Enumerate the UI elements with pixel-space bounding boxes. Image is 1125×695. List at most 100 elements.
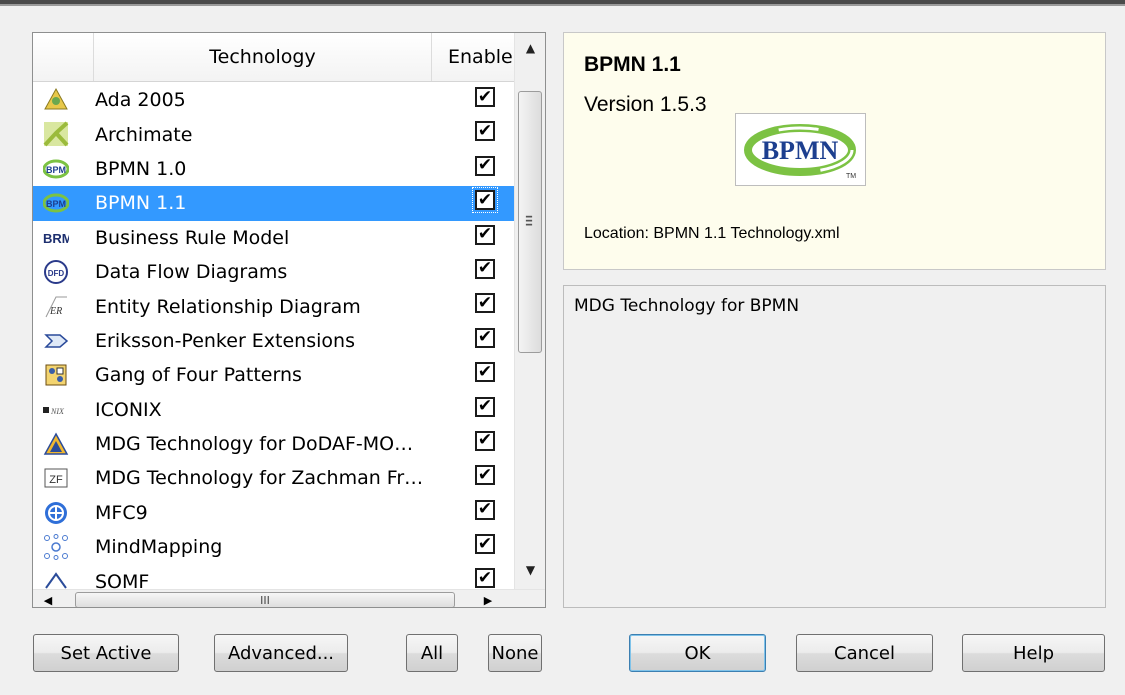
- list-row[interactable]: ER Entity Relationship Diagram ✔: [33, 289, 514, 323]
- enabled-checkbox[interactable]: ✔: [475, 87, 495, 107]
- list-rows: Ada 2005 ✔ Archimate ✔ BPM BPMN 1.0 ✔ BPM BPMN 1…: [33, 83, 514, 591]
- list-row-label: Eriksson-Penker Extensions: [95, 329, 355, 352]
- bpmn-logo-tm: TM: [846, 173, 856, 180]
- list-row[interactable]: BPM BPMN 1.1 ✔: [33, 186, 514, 221]
- enabled-checkbox[interactable]: ✔: [475, 430, 495, 451]
- list-row-label: Gang of Four Patterns: [95, 364, 302, 387]
- vertical-scrollbar[interactable]: ▲ ━ ━ ━ ▼: [514, 33, 545, 589]
- technology-info-panel: BPMN 1.1 Version 1.5.3 BPMN TM Location:…: [563, 32, 1106, 270]
- bpmn-logo-text: BPMN: [762, 136, 839, 165]
- gof-icon: [43, 362, 69, 388]
- horizontal-scrollbar[interactable]: ◀ III ▶: [33, 589, 545, 607]
- scroll-right-arrow-icon[interactable]: ▶: [473, 590, 503, 607]
- list-row[interactable]: NIX ICONIX ✔: [33, 393, 514, 427]
- enabled-checkbox[interactable]: ✔: [475, 293, 495, 314]
- list-row[interactable]: MFC9 ✔: [33, 496, 514, 530]
- list-row-label: Ada 2005: [95, 89, 186, 112]
- vertical-scroll-thumb[interactable]: ━ ━ ━: [518, 91, 542, 353]
- list-row[interactable]: BPM BPMN 1.0 ✔: [33, 152, 514, 186]
- scroll-up-arrow-icon[interactable]: ▲: [515, 33, 545, 63]
- enabled-checkbox[interactable]: ✔: [475, 258, 495, 279]
- enabled-checkbox[interactable]: ✔: [475, 121, 495, 142]
- list-row-label: Business Rule Model: [95, 226, 290, 249]
- bpmn-logo-icon: BPMN TM: [735, 113, 866, 186]
- list-row[interactable]: Ada 2005 ✔: [33, 83, 514, 117]
- ada-icon: [43, 87, 69, 113]
- list-row[interactable]: SOMF ✔: [33, 564, 514, 591]
- arrow-icon: [43, 328, 69, 354]
- list-row-label: BPMN 1.0: [95, 157, 187, 180]
- list-row[interactable]: Eriksson-Penker Extensions ✔: [33, 324, 514, 358]
- technology-description: MDG Technology for BPMN: [574, 296, 800, 316]
- technology-version: Version 1.5.3: [584, 93, 707, 116]
- list-row-label: Entity Relationship Diagram: [95, 295, 361, 318]
- technology-list[interactable]: Technology Enable Ada 2005 ✔ Archimate ✔ BPM…: [32, 32, 546, 608]
- advanced-button[interactable]: Advanced...: [214, 634, 348, 672]
- svg-text:BPM: BPM: [46, 165, 66, 175]
- svg-text:BPM: BPM: [46, 199, 66, 209]
- list-row-label: BPMN 1.1: [95, 192, 187, 215]
- list-row[interactable]: MDG Technology for DoDAF-MO… ✔: [33, 427, 514, 461]
- list-header: Technology Enable: [33, 33, 514, 82]
- archimate-icon: [43, 121, 69, 147]
- horizontal-scroll-grip: III: [260, 593, 270, 607]
- svg-text:BRM: BRM: [43, 231, 69, 246]
- technology-location: Location: BPMN 1.1 Technology.xml: [584, 225, 840, 242]
- list-row-label: MindMapping: [95, 536, 223, 559]
- list-row-label: Archimate: [95, 123, 193, 146]
- select-none-button[interactable]: None: [488, 634, 542, 672]
- window-top-border-shadow: [0, 4, 1125, 6]
- list-row-label: SOMF: [95, 570, 150, 591]
- set-active-button[interactable]: Set Active: [33, 634, 179, 672]
- list-row-label: MDG Technology for Zachman Fr…: [95, 467, 424, 490]
- ok-button[interactable]: OK: [629, 634, 766, 672]
- mindmap-icon: [43, 534, 69, 561]
- list-row[interactable]: MindMapping ✔: [33, 530, 514, 564]
- enabled-checkbox[interactable]: ✔: [475, 568, 495, 589]
- list-row-label: Data Flow Diagrams: [95, 261, 288, 284]
- column-header-icon[interactable]: [33, 33, 94, 81]
- bpmn-icon: BPM: [43, 190, 69, 216]
- list-row-label: MFC9: [95, 501, 148, 524]
- column-header-enabled[interactable]: Enable: [432, 33, 514, 81]
- zachman-icon: ZF: [43, 465, 69, 491]
- technology-title: BPMN 1.1: [584, 53, 681, 76]
- scroll-grip-icon: ━ ━ ━: [526, 212, 533, 231]
- svg-text:NIX: NIX: [50, 407, 65, 416]
- enabled-checkbox[interactable]: ✔: [472, 187, 498, 214]
- list-row[interactable]: Archimate ✔: [33, 117, 514, 151]
- column-header-enabled-label: Enable: [448, 46, 513, 68]
- scroll-down-arrow-icon[interactable]: ▼: [515, 555, 545, 585]
- bpmn-icon: BPM: [43, 156, 69, 182]
- somf-icon: [43, 568, 69, 591]
- help-button[interactable]: Help: [962, 634, 1105, 672]
- list-row-label: MDG Technology for DoDAF-MO…: [95, 433, 414, 456]
- description-panel: MDG Technology for BPMN: [563, 285, 1106, 608]
- list-row-label: ICONIX: [95, 398, 162, 421]
- list-row[interactable]: ZF MDG Technology for Zachman Fr… ✔: [33, 461, 514, 495]
- svg-text:ER: ER: [49, 306, 62, 317]
- mfc-icon: [43, 500, 69, 526]
- enabled-checkbox[interactable]: ✔: [475, 534, 495, 555]
- list-row[interactable]: BRM Business Rule Model ✔: [33, 221, 514, 255]
- select-all-button[interactable]: All: [406, 634, 458, 672]
- er-icon: ER: [43, 293, 69, 319]
- list-row[interactable]: Gang of Four Patterns ✔: [33, 358, 514, 392]
- scroll-left-arrow-icon[interactable]: ◀: [33, 590, 63, 607]
- enabled-checkbox[interactable]: ✔: [475, 499, 495, 520]
- list-row[interactable]: DFD Data Flow Diagrams ✔: [33, 255, 514, 289]
- horizontal-scroll-thumb[interactable]: III: [75, 592, 455, 607]
- enabled-checkbox[interactable]: ✔: [475, 396, 495, 417]
- enabled-checkbox[interactable]: ✔: [475, 224, 495, 245]
- cancel-button[interactable]: Cancel: [796, 634, 933, 672]
- enabled-checkbox[interactable]: ✔: [475, 327, 495, 348]
- column-header-technology[interactable]: Technology: [94, 33, 432, 81]
- dfd-icon: DFD: [43, 259, 69, 285]
- enabled-checkbox[interactable]: ✔: [475, 155, 495, 176]
- enabled-checkbox[interactable]: ✔: [475, 465, 495, 486]
- svg-text:DFD: DFD: [48, 269, 65, 278]
- scroll-corner: [514, 590, 545, 607]
- column-header-technology-label: Technology: [209, 46, 316, 68]
- enabled-checkbox[interactable]: ✔: [475, 362, 495, 383]
- iconix-icon: NIX: [43, 397, 69, 423]
